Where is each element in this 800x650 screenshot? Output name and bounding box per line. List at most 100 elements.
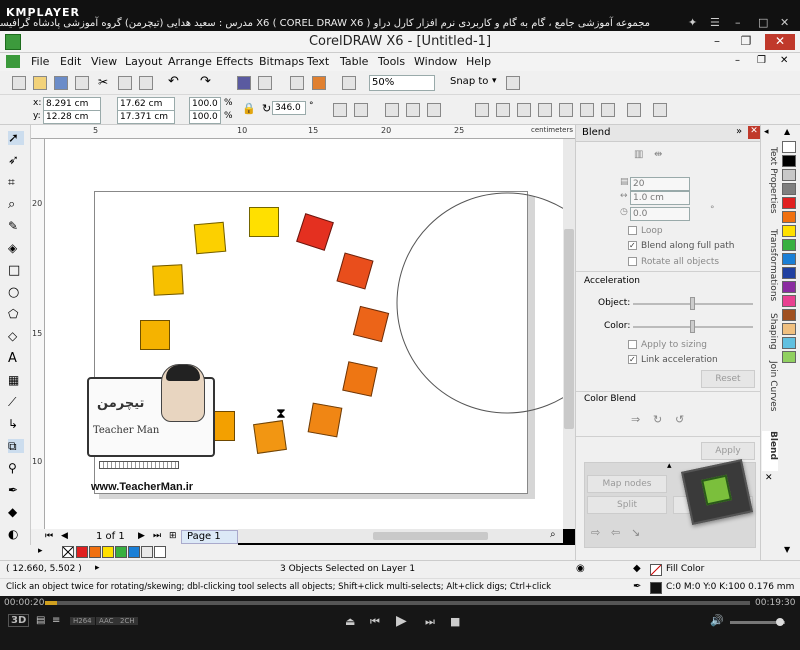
bottom-swatch[interactable] (102, 546, 114, 558)
settings-icon[interactable]: ☰ (710, 16, 720, 29)
bottom-swatch[interactable] (76, 546, 88, 558)
print-icon[interactable] (75, 76, 89, 90)
group-icon[interactable] (385, 103, 399, 117)
mirror-vertical-icon[interactable] (354, 103, 368, 117)
basic-shapes-icon[interactable]: ◇ (8, 329, 24, 343)
palette-swatch[interactable] (782, 239, 796, 251)
combine-icon[interactable] (475, 103, 489, 117)
simplify-icon[interactable] (559, 103, 573, 117)
palette-down-icon[interactable]: ▼ (784, 545, 790, 554)
ungroup-icon[interactable] (406, 103, 420, 117)
minimize-icon[interactable]: – (706, 34, 728, 50)
zoom-tool-icon[interactable]: ⌕ (8, 197, 24, 212)
playlist-icon[interactable]: ▤ (36, 615, 45, 626)
collapse-icon[interactable]: ▴ (667, 461, 672, 471)
palette-swatch[interactable] (782, 183, 796, 195)
angle-field[interactable]: 0.0 (630, 207, 690, 221)
palette-swatch[interactable] (782, 211, 796, 223)
cut-icon[interactable]: ✂ (98, 75, 108, 89)
trim-icon[interactable] (517, 103, 531, 117)
tab-close-icon[interactable]: ✕ (765, 473, 773, 483)
palette-swatch[interactable] (782, 351, 796, 363)
redo-icon[interactable]: ↷ (200, 74, 211, 89)
first-page-icon[interactable]: ⏮ (45, 531, 53, 541)
apply-sizing-checkbox[interactable]: Apply to sizing (628, 340, 707, 350)
text-tool-icon[interactable]: A (8, 351, 24, 366)
restore-icon[interactable]: ❐ (735, 34, 757, 50)
color-acceleration-slider[interactable] (633, 320, 753, 333)
menu-view[interactable]: View (91, 55, 117, 68)
menu-text[interactable]: Text (307, 55, 329, 68)
bottom-swatch[interactable] (89, 546, 101, 558)
open-icon[interactable] (33, 76, 47, 90)
menu-icon[interactable]: ≡ (52, 615, 60, 626)
blend-square[interactable] (307, 402, 343, 438)
rotation-field[interactable]: 346.0 (272, 101, 306, 115)
copy-icon[interactable] (118, 76, 132, 90)
publish-pdf-icon[interactable] (290, 76, 304, 90)
eject-icon[interactable]: ⏏ (345, 615, 355, 628)
doc-restore-icon[interactable]: ❐ (757, 55, 766, 66)
drawing-canvas[interactable]: ⧗ تیچرمن Teacher Man www.TeacherMan.ir (45, 139, 563, 529)
import-icon[interactable] (237, 76, 251, 90)
paste-icon[interactable] (139, 76, 153, 90)
3d-badge[interactable]: 3D (8, 614, 30, 627)
menu-file[interactable]: File (31, 55, 49, 68)
prev-page-icon[interactable]: ◀ (61, 531, 68, 541)
tab-shaping[interactable]: Shaping (762, 313, 778, 355)
blend-spacing-icon[interactable]: ⇹ (654, 149, 662, 160)
blend-steps-icon[interactable]: ▥ (634, 149, 643, 160)
menu-edit[interactable]: Edit (60, 55, 81, 68)
add-page-icon[interactable]: ⊞ (169, 531, 177, 541)
welcome-screen-icon[interactable] (342, 76, 356, 90)
link-acceleration-checkbox[interactable]: Link acceleration (628, 355, 718, 365)
palette-arrow-icon[interactable]: ▸ (38, 546, 43, 556)
tab-transformations[interactable]: Transformations (762, 229, 778, 309)
menu-table[interactable]: Table (340, 55, 368, 68)
apply-button[interactable]: Apply (701, 442, 755, 460)
snap-to-dropdown[interactable]: Snap to (450, 76, 488, 87)
lock-ratio-icon[interactable]: 🔒 (242, 102, 256, 115)
vertical-scrollbar[interactable] (563, 139, 575, 529)
palette-swatch[interactable] (782, 309, 796, 321)
split-button[interactable]: Split (587, 496, 667, 514)
zoom-navigator-icon[interactable]: ⌕ (550, 529, 556, 540)
eyedropper-tool-icon[interactable]: ⚲ (8, 461, 24, 475)
outline-tool-icon[interactable]: ✒ (8, 483, 24, 497)
palette-swatch[interactable] (782, 225, 796, 237)
last-page-icon[interactable]: ⏭ (153, 531, 161, 541)
interactive-fill-icon[interactable]: ◐ (8, 527, 24, 541)
menu-tools[interactable]: Tools (378, 55, 405, 68)
counterclockwise-blend-icon[interactable]: ↺ (675, 413, 684, 426)
volume-icon[interactable]: 🔊 (710, 614, 724, 627)
pick-tool-icon[interactable]: ➚ (8, 131, 24, 146)
play-icon[interactable]: ▶ (396, 613, 407, 629)
blend-square[interactable] (253, 420, 287, 454)
blend-square[interactable] (152, 264, 184, 296)
scale-y-field[interactable]: 100.0 (189, 110, 221, 124)
rectangle-tool-icon[interactable]: □ (8, 263, 24, 278)
blend-square[interactable] (140, 320, 170, 350)
mirror-horizontal-icon[interactable] (333, 103, 347, 117)
ruler-horizontal[interactable]: 5 10 15 20 25 centimeters (31, 125, 575, 139)
palette-swatch[interactable] (782, 253, 796, 265)
stop-icon[interactable]: ■ (450, 615, 460, 628)
forward-icon[interactable]: ⏭ (425, 615, 435, 629)
seek-bar[interactable] (45, 601, 750, 605)
outline-color-swatch[interactable] (650, 582, 662, 594)
shape-tool-icon[interactable]: ➶ (8, 153, 24, 168)
docker-close-icon[interactable]: ✕ (748, 126, 760, 139)
doc-icon[interactable] (6, 55, 20, 68)
smart-fill-icon[interactable]: ◈ (8, 241, 24, 255)
palette-swatch[interactable] (782, 295, 796, 307)
tab-text-properties[interactable]: Text Properties (762, 147, 778, 225)
rotate-all-checkbox[interactable]: Rotate all objects (628, 257, 719, 267)
y-field[interactable]: 12.28 cm (43, 110, 101, 124)
start-object-icon[interactable]: ⇨ (591, 526, 600, 539)
weld-icon[interactable] (496, 103, 510, 117)
save-icon[interactable] (54, 76, 68, 90)
menu-arrange[interactable]: Arrange (168, 55, 212, 68)
map-nodes-button[interactable]: Map nodes (587, 475, 667, 493)
page-tab[interactable]: Page 1 (181, 530, 238, 544)
palette-swatch[interactable] (782, 337, 796, 349)
